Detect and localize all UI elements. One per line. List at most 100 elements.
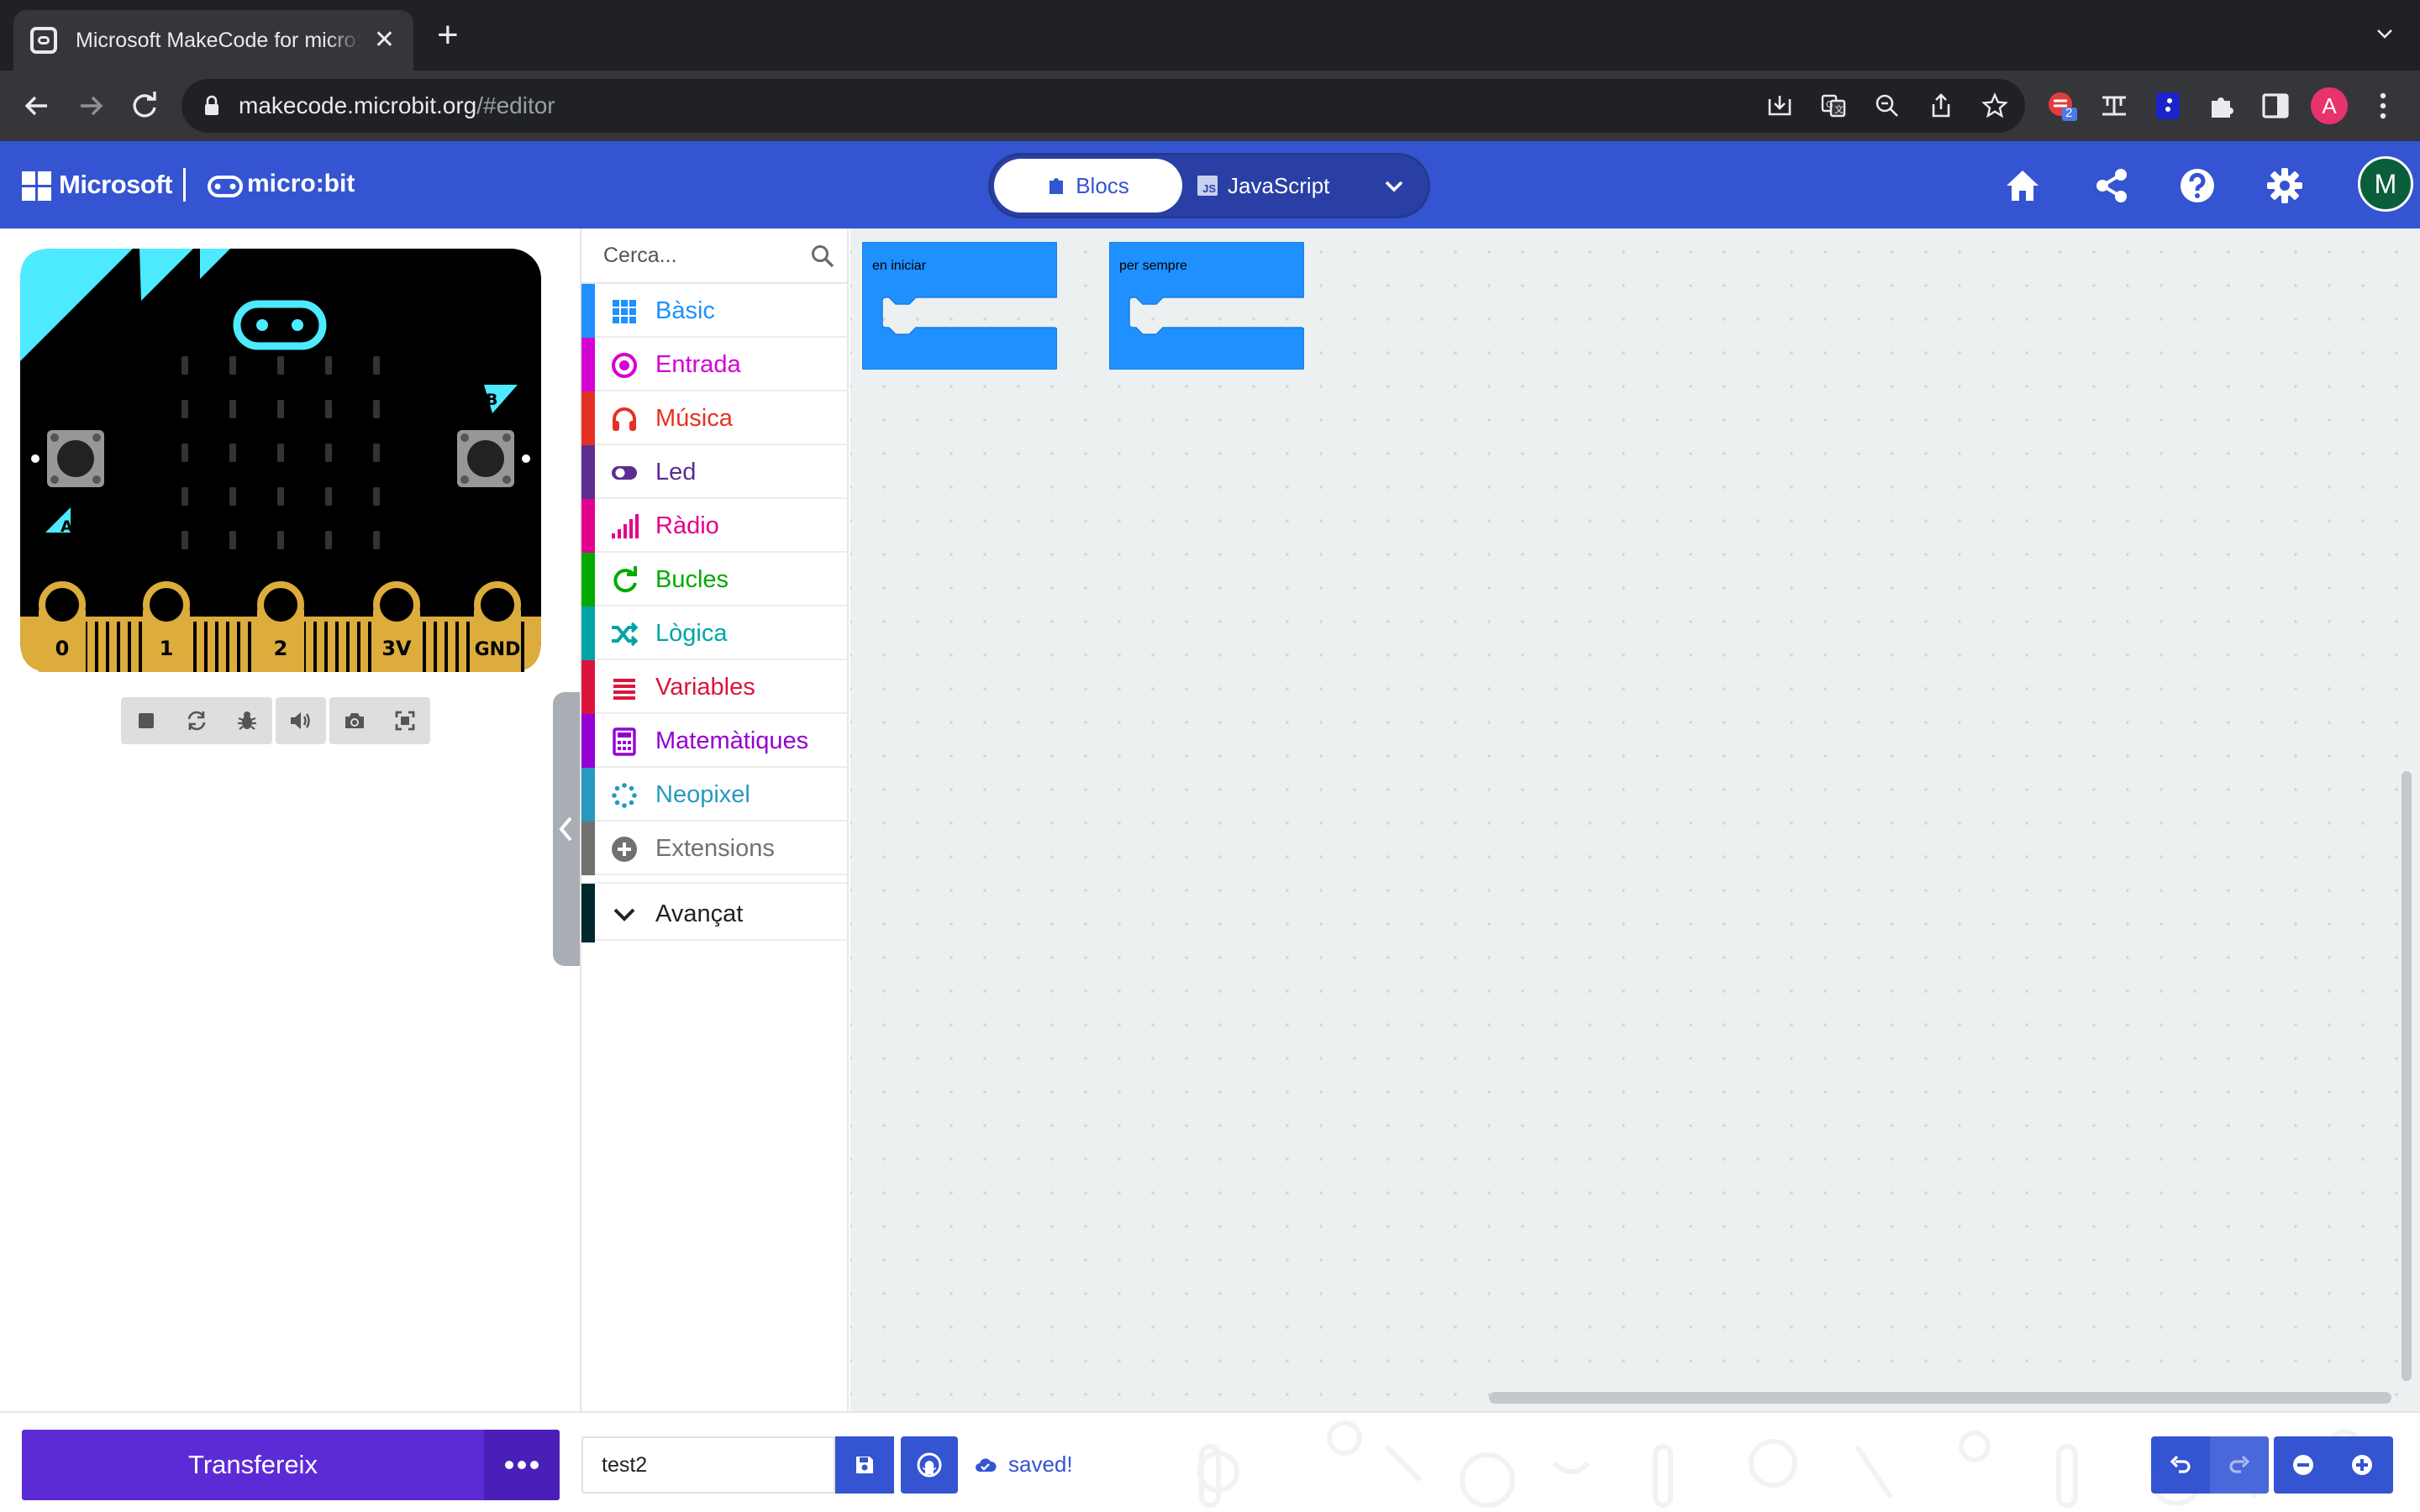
zoom-out-button[interactable] bbox=[2274, 1436, 2333, 1494]
js-file-icon: JS bbox=[1197, 176, 1218, 196]
stop-simulator-button[interactable] bbox=[121, 697, 171, 744]
language-dropdown-chevron-icon[interactable] bbox=[1381, 172, 1407, 199]
cloud-check-icon bbox=[976, 1457, 997, 1472]
puzzle-piece-icon bbox=[1050, 178, 1064, 194]
toolbox-category-variables[interactable]: Variables bbox=[581, 660, 849, 714]
zoom-in-button[interactable] bbox=[2333, 1436, 2391, 1494]
project-name-input[interactable] bbox=[581, 1436, 835, 1494]
address-bar[interactable]: makecode.microbit.org/#editor G 文 bbox=[182, 79, 2025, 133]
svg-text:文: 文 bbox=[1834, 103, 1844, 115]
category-color-bar bbox=[581, 660, 595, 714]
makecode-favicon-icon bbox=[30, 27, 57, 54]
download-more-button[interactable] bbox=[484, 1430, 560, 1500]
microsoft-logo-icon[interactable] bbox=[22, 171, 52, 202]
reload-icon[interactable] bbox=[126, 87, 163, 124]
install-app-icon[interactable] bbox=[1766, 92, 1793, 119]
screenshot-button[interactable] bbox=[329, 697, 380, 744]
back-arrow-icon[interactable] bbox=[18, 87, 55, 124]
user-avatar[interactable]: M bbox=[2358, 156, 2413, 212]
toolbox-category-radio[interactable]: Ràdio bbox=[581, 499, 849, 553]
help-icon[interactable] bbox=[2178, 166, 2217, 205]
lock-icon[interactable] bbox=[200, 94, 224, 118]
download-button[interactable]: Transfereix bbox=[22, 1430, 484, 1500]
extension-badge: 2 bbox=[2065, 106, 2073, 120]
category-color-bar bbox=[581, 499, 595, 553]
redo-button[interactable] bbox=[2210, 1436, 2269, 1494]
toolbox-category-advanced[interactable]: Avançat bbox=[581, 882, 849, 942]
toolbox-category-neopixel[interactable]: Neopixel bbox=[581, 768, 849, 822]
browser-profile-avatar[interactable]: A bbox=[2311, 87, 2348, 124]
category-label: Entrada bbox=[655, 351, 741, 378]
extension-dots-icon[interactable] bbox=[2151, 89, 2185, 123]
editor-bottom-bar: Transfereix saved! bbox=[0, 1411, 2420, 1512]
forever-block-label: per sempre bbox=[1119, 259, 1187, 273]
browser-tab[interactable]: Microsoft MakeCode for micro:bit ✕ bbox=[13, 10, 413, 71]
tab-close-icon[interactable]: ✕ bbox=[374, 25, 395, 55]
translate-icon[interactable]: G 文 bbox=[1820, 92, 1847, 119]
toolbox-category-logica[interactable]: Lògica bbox=[581, 606, 849, 660]
github-button[interactable] bbox=[901, 1436, 958, 1494]
search-icon[interactable] bbox=[810, 244, 835, 269]
zoom-group bbox=[2274, 1436, 2393, 1494]
side-panel-icon[interactable] bbox=[2259, 89, 2292, 123]
brand-divider bbox=[183, 168, 186, 202]
browser-menu-icon[interactable] bbox=[2375, 89, 2391, 123]
sim-controls-group bbox=[121, 697, 272, 744]
dotted-circle-icon bbox=[612, 783, 637, 808]
pin-1[interactable]: 1 bbox=[143, 581, 190, 672]
share-page-icon[interactable] bbox=[1928, 92, 1954, 119]
led bbox=[229, 356, 236, 375]
category-color-bar bbox=[581, 714, 595, 768]
new-tab-button[interactable]: + bbox=[437, 17, 459, 54]
microbit-simulator-board[interactable]: A B 0 1 2 3V GND bbox=[20, 249, 541, 672]
blocks-workspace[interactable]: en iniciar per sempre bbox=[850, 228, 2420, 1411]
toolbox-category-led[interactable]: Led bbox=[581, 445, 849, 499]
toolbox-category-musica[interactable]: Música bbox=[581, 391, 849, 445]
pin-2[interactable]: 2 bbox=[257, 581, 304, 672]
toolbox-category-extensions[interactable]: Extensions bbox=[581, 822, 849, 875]
workspace-vertical-scrollbar[interactable] bbox=[2402, 771, 2412, 1381]
microsoft-brand-text[interactable]: Microsoft bbox=[59, 170, 173, 200]
forward-arrow-icon[interactable] bbox=[72, 87, 109, 124]
led bbox=[277, 487, 284, 506]
shuffle-icon bbox=[612, 622, 639, 647]
pin-3v[interactable]: 3V bbox=[373, 581, 420, 672]
toolbox-category-bucles[interactable]: Bucles bbox=[581, 553, 849, 606]
toolbox-category-basic[interactable]: Bàsic bbox=[581, 284, 849, 338]
javascript-mode-button[interactable]: JS JavaScript bbox=[1197, 159, 1365, 213]
zoom-out-icon[interactable] bbox=[1874, 92, 1901, 119]
screenshot-group bbox=[329, 697, 430, 744]
debug-button[interactable] bbox=[222, 697, 272, 744]
led bbox=[325, 531, 332, 549]
tab-search-chevron-icon[interactable] bbox=[2375, 24, 2395, 44]
collapse-simulator-handle[interactable] bbox=[553, 692, 580, 966]
blocks-mode-button[interactable]: Blocs bbox=[994, 159, 1182, 213]
toolbox-category-entrada[interactable]: Entrada bbox=[581, 338, 849, 391]
workspace-horizontal-scrollbar[interactable] bbox=[1489, 1392, 2391, 1404]
toolbox-search-input[interactable] bbox=[603, 240, 797, 270]
undo-button[interactable] bbox=[2151, 1436, 2210, 1494]
camera-icon bbox=[345, 713, 364, 728]
save-project-button[interactable] bbox=[835, 1436, 894, 1494]
home-icon[interactable] bbox=[2003, 166, 2042, 205]
fullscreen-button[interactable] bbox=[380, 697, 430, 744]
category-label: Variables bbox=[655, 674, 755, 701]
mute-audio-button[interactable] bbox=[276, 697, 326, 744]
restart-simulator-button[interactable] bbox=[171, 697, 222, 744]
microbit-logo-icon[interactable] bbox=[207, 175, 244, 198]
toggle-icon bbox=[612, 466, 637, 480]
toolbox-category-matematiques[interactable]: Matemàtiques bbox=[581, 714, 849, 768]
extension-ruler-icon[interactable] bbox=[2097, 89, 2131, 123]
target-icon bbox=[612, 353, 637, 378]
microbit-brand-text[interactable]: micro:bit bbox=[247, 170, 355, 198]
extension-shield-icon[interactable]: 2 bbox=[2045, 89, 2079, 123]
pin-0[interactable]: 0 bbox=[39, 581, 86, 672]
pin-gnd[interactable]: GND bbox=[474, 581, 521, 672]
settings-gear-icon[interactable] bbox=[2265, 166, 2304, 205]
headphones-icon bbox=[613, 407, 636, 431]
fullscreen-icon bbox=[395, 711, 415, 731]
share-icon[interactable] bbox=[2092, 166, 2131, 205]
makecode-header: Microsoft micro:bit Blocs JS JavaScript bbox=[0, 141, 2420, 228]
extensions-puzzle-icon[interactable] bbox=[2205, 89, 2238, 123]
bookmark-star-icon[interactable] bbox=[1981, 92, 2008, 119]
